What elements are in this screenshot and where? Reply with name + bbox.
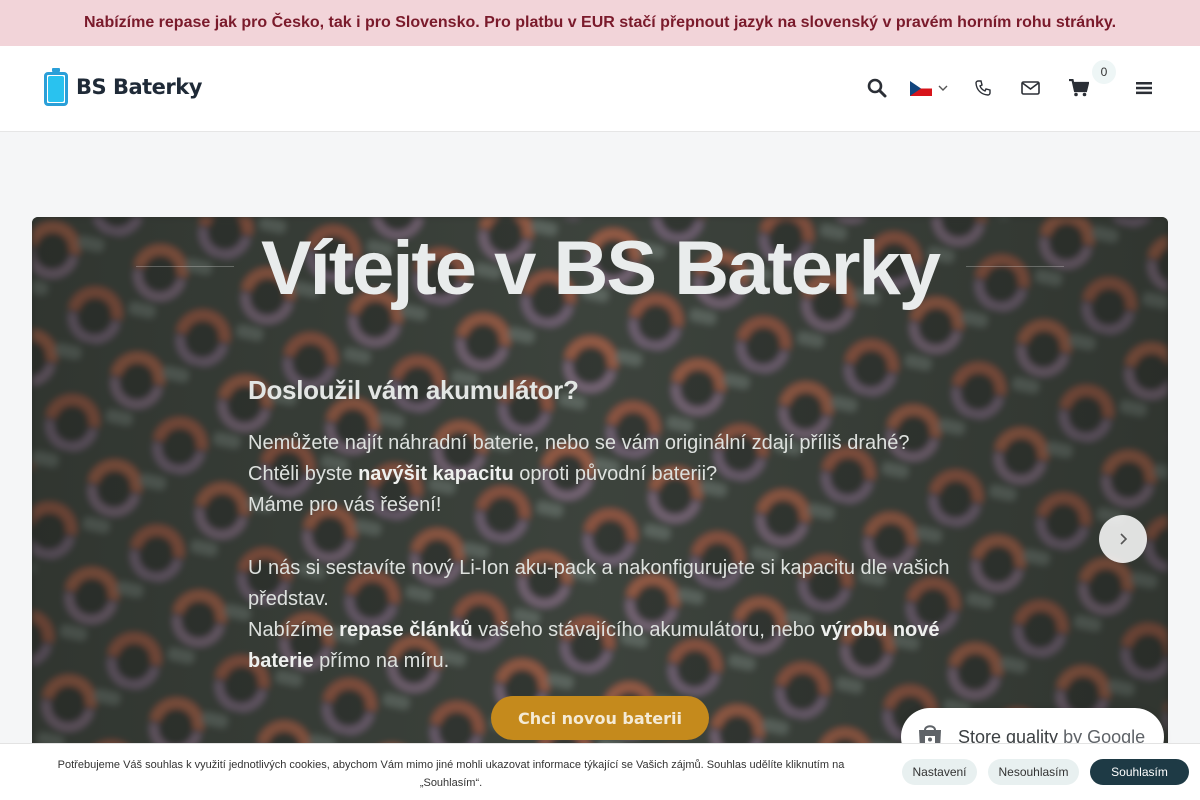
hero-subtitle: Dosloužil vám akumulátor? [248, 375, 579, 405]
phone-icon[interactable] [971, 76, 995, 100]
logo-text: BS Baterky [76, 75, 202, 99]
cookie-message: Potřebujeme Váš souhlas k využití jednot… [57, 759, 845, 789]
announcement-text: Nabízíme repase jak pro Česko, tak i pro… [83, 14, 1117, 31]
chevron-right-icon [1120, 533, 1128, 545]
hero-paragraph-1: Nemůžete najít náhradní baterie, nebo se… [248, 428, 968, 521]
envelope-icon[interactable] [1018, 76, 1042, 100]
cart-count-badge: 0 [1092, 60, 1116, 84]
hero-line: Máme pro vás řešení! [248, 494, 442, 516]
cookie-accept-button[interactable]: Souhlasím [1090, 759, 1189, 785]
announcement-bar: Nabízíme repase jak pro Česko, tak i pro… [0, 0, 1200, 46]
hero-line: U nás si sestavíte nový Li-Ion aku-pack … [248, 557, 950, 610]
highlight-text: repase článků [339, 619, 473, 641]
battery-logo-icon [44, 68, 68, 106]
hero-title: Vítejte v BS Baterky [260, 226, 941, 311]
hero-line: Chtěli byste navýšit kapacitu oproti pův… [248, 463, 718, 485]
cookie-decline-button[interactable]: Nesouhlasím [988, 759, 1079, 785]
site-logo[interactable]: BS Baterky [44, 68, 202, 106]
site-header: BS Baterky 0 [0, 46, 1200, 132]
search-icon[interactable] [865, 76, 889, 100]
hero-paragraph-2: U nás si sestavíte nový Li-Ion aku-pack … [248, 553, 968, 677]
menu-icon[interactable] [1132, 76, 1156, 100]
hero-line: Nemůžete najít náhradní baterie, nebo se… [248, 432, 910, 454]
czech-flag-icon [910, 80, 932, 96]
slider-next-button[interactable] [1099, 515, 1147, 563]
language-selector[interactable] [910, 76, 950, 100]
new-battery-button[interactable]: Chci novou baterii [491, 696, 709, 740]
chevron-down-icon [938, 85, 948, 91]
hero-line: Nabízíme repase článků vašeho stávajícíh… [248, 619, 940, 672]
highlight-text: navýšit kapacitu [358, 463, 514, 485]
cart-icon[interactable] [1067, 76, 1091, 100]
cookie-settings-button[interactable]: Nastavení [902, 759, 977, 785]
cookie-consent-bar: Potřebujeme Váš souhlas k využití jednot… [0, 743, 1200, 800]
